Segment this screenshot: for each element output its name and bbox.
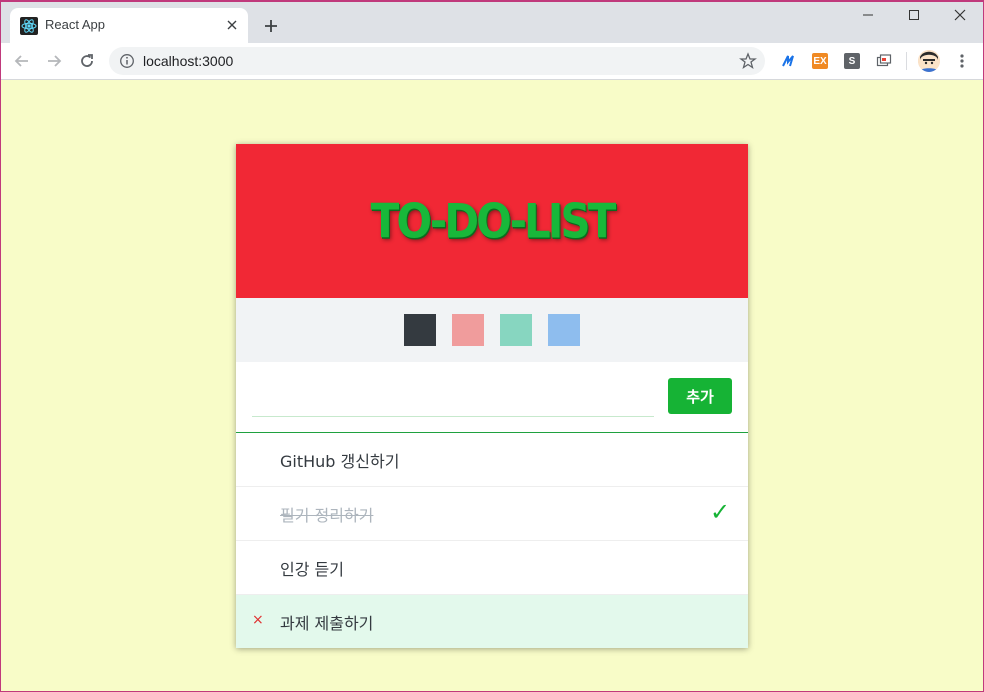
- todo-text: 필기 정리하기: [280, 506, 374, 525]
- maximize-icon[interactable]: [891, 4, 937, 26]
- remove-x-icon[interactable]: ×: [252, 612, 264, 628]
- todo-input[interactable]: [252, 384, 654, 417]
- todo-text: GitHub 갱신하기: [280, 452, 400, 471]
- minimize-icon[interactable]: [845, 4, 891, 26]
- extension-window-icon[interactable]: [876, 53, 892, 69]
- more-menu-icon[interactable]: [950, 49, 974, 73]
- back-arrow-icon[interactable]: [10, 49, 34, 73]
- todo-list: GitHub 갱신하기 필기 정리하기 ✓ 인강 듣기 × 과제 제출하기: [236, 433, 748, 648]
- color-swatch-dark[interactable]: [404, 314, 436, 346]
- todo-item[interactable]: GitHub 갱신하기: [236, 433, 748, 487]
- todo-app: TO-DO-LIST 추가 GitHub 갱신하기 필기 정리하기 ✓ 인강 듣…: [236, 144, 748, 648]
- browser-tab[interactable]: React App: [10, 8, 248, 43]
- extension-ex-icon[interactable]: EX: [812, 53, 828, 69]
- color-swatch-pink[interactable]: [452, 314, 484, 346]
- browser-tab-bar: React App: [0, 0, 984, 43]
- close-window-icon[interactable]: [937, 4, 983, 26]
- todo-form: 추가: [236, 362, 748, 433]
- bookmark-star-icon[interactable]: [739, 52, 757, 70]
- tab-title: React App: [45, 17, 105, 32]
- add-button[interactable]: 추가: [668, 378, 732, 414]
- profile-avatar-icon[interactable]: [918, 50, 940, 72]
- color-swatch-mint[interactable]: [500, 314, 532, 346]
- todo-item[interactable]: × 과제 제출하기: [236, 595, 748, 648]
- check-mark-icon[interactable]: ✓: [710, 499, 734, 525]
- toolbar-divider: [906, 52, 907, 70]
- url-text: localhost:3000: [143, 53, 234, 69]
- close-tab-icon[interactable]: [222, 15, 242, 35]
- new-tab-icon[interactable]: [260, 15, 282, 37]
- app-title: TO-DO-LIST: [370, 193, 617, 249]
- address-bar[interactable]: localhost:3000: [109, 47, 765, 75]
- color-palette: [236, 298, 748, 362]
- todo-text: 인강 듣기: [280, 560, 344, 579]
- color-swatch-blue[interactable]: [548, 314, 580, 346]
- info-icon[interactable]: [119, 53, 135, 69]
- extension-blue-icon[interactable]: [780, 53, 796, 69]
- react-logo-icon: [20, 17, 38, 35]
- todo-text: 과제 제출하기: [280, 614, 374, 633]
- todo-item[interactable]: 인강 듣기: [236, 541, 748, 595]
- forward-arrow-icon[interactable]: [42, 49, 66, 73]
- reload-icon[interactable]: [75, 49, 99, 73]
- todo-item[interactable]: 필기 정리하기 ✓: [236, 487, 748, 541]
- browser-toolbar: localhost:3000 EX S: [0, 43, 984, 80]
- extension-s-icon[interactable]: S: [844, 53, 860, 69]
- app-header: TO-DO-LIST: [236, 144, 748, 298]
